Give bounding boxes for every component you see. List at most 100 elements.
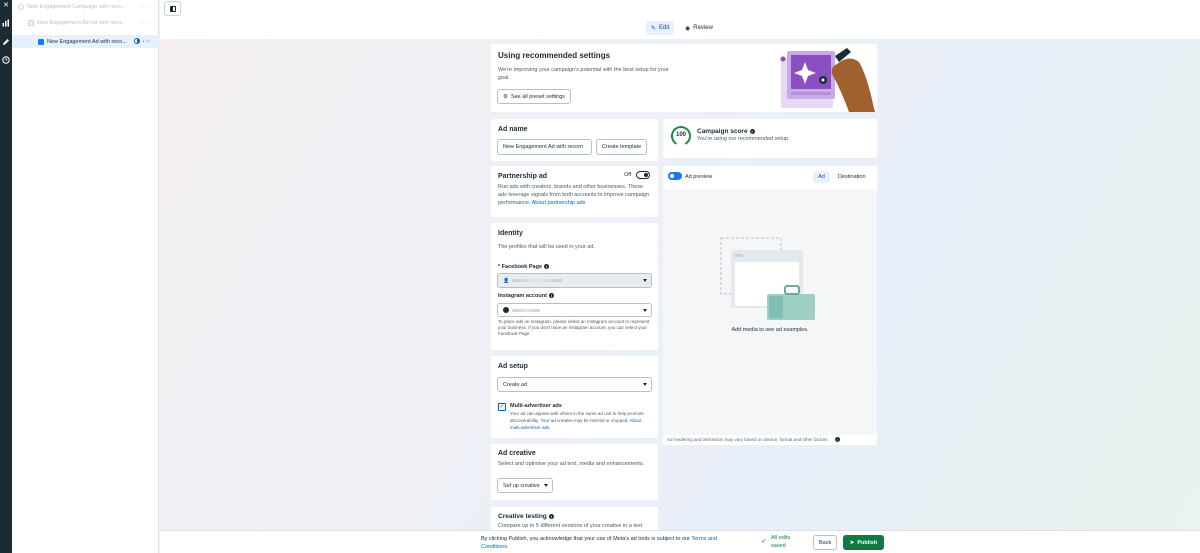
campaign-score-card: 100 Campaign score i You're using our rec…	[663, 119, 877, 158]
ad-setup-card: Ad setup Create ad ✓ Multi-advertiser ad…	[491, 356, 658, 438]
ad-creative-title: Ad creative	[498, 450, 536, 457]
send-icon: ➤	[849, 539, 855, 546]
see-preset-settings-button[interactable]: ⚙ See all preset settings	[497, 89, 572, 104]
info-icon[interactable]: i	[834, 437, 840, 442]
score-value: 100	[675, 132, 686, 138]
more-icon[interactable]: ···	[143, 20, 152, 26]
facebook-page-label-text: * Facebook Page	[498, 264, 543, 270]
instagram-account-select[interactable]	[497, 303, 652, 317]
tab-edit[interactable]: ✎ Edit	[646, 21, 675, 35]
preview-tab-ad[interactable]: Ad	[813, 171, 830, 183]
info-icon[interactable]: i	[548, 293, 554, 298]
ad-setup-select[interactable]: Create ad	[497, 377, 652, 392]
multi-advertiser-checkbox[interactable]: ✓	[498, 403, 506, 411]
recommended-title: Using recommended settings	[498, 51, 611, 60]
pencil-icon: ✎	[651, 25, 657, 32]
identity-desc: The profiles that will be used in your a…	[498, 244, 595, 250]
tree-item-label: New Engagement Ad with reco...	[47, 38, 127, 45]
info-icon[interactable]: i	[548, 514, 554, 519]
redacted-account-name	[512, 308, 540, 312]
facebook-page-select[interactable]: 👤	[497, 273, 652, 288]
pencil-icon[interactable]	[2, 38, 10, 46]
ad-preview-toggle[interactable]	[668, 172, 682, 180]
more-icon[interactable]: ···	[143, 39, 152, 45]
clock-icon[interactable]	[2, 56, 10, 64]
adset-icon	[28, 19, 34, 26]
status-half-icon	[134, 38, 140, 44]
saved-status: All edits saved	[771, 534, 790, 550]
publish-button[interactable]: ➤ Publish	[843, 535, 884, 550]
toggle-panel-button[interactable]	[164, 1, 181, 16]
check-icon: ✓	[761, 538, 767, 545]
back-button[interactable]: Back	[813, 535, 838, 550]
ad-creative-card: Ad creative Select and optimise your ad …	[491, 444, 658, 500]
preview-tab-destination[interactable]: Destination	[838, 174, 866, 180]
instagram-icon	[503, 307, 509, 313]
ad-name-value: New Engagement Ad with recom	[503, 144, 583, 150]
partnership-card: Partnership ad Off Run ads with creators…	[491, 166, 658, 217]
chart-icon[interactable]	[2, 19, 10, 27]
footer-bar: By clicking Publish, you acknowledge tha…	[160, 530, 1200, 553]
ad-creative-desc: Select and optimise your ad text, media …	[498, 461, 645, 467]
close-icon[interactable]: ✕	[2, 2, 10, 10]
more-icon[interactable]: ···	[143, 4, 152, 10]
campaign-icon	[18, 3, 24, 10]
ad-preview-label: Ad preview	[685, 174, 713, 180]
tree-item-adset[interactable]: New Engagement Ad set with reco... ···	[12, 16, 159, 29]
creative-testing-title-text: Creative testing	[498, 513, 547, 520]
redacted-page-name	[512, 279, 563, 282]
eye-icon: ◉	[685, 25, 691, 32]
tab-review[interactable]: ◉ Review	[680, 21, 718, 35]
creative-testing-desc: Compare up to 5 different versions of yo…	[498, 523, 643, 529]
info-icon[interactable]: i	[749, 129, 755, 134]
publish-label: Publish	[857, 539, 878, 546]
ad-icon	[38, 38, 44, 45]
multi-advertiser-title: Multi-advertiser ads	[510, 403, 562, 409]
tab-review-label: Review	[693, 25, 713, 31]
set-up-creative-label: Set up creative	[503, 482, 540, 489]
recommended-illustration	[780, 48, 875, 112]
sidebar-toggle-icon	[169, 5, 176, 12]
terms-post-text: .	[507, 544, 509, 550]
person-icon: 👤	[503, 277, 510, 284]
see-preset-label: See all preset settings	[510, 93, 566, 100]
partnership-desc: Run ads with creators, brands and other …	[498, 183, 652, 207]
terms-pre-text: By clicking Publish, you acknowledge tha…	[481, 536, 692, 542]
toggle-knob	[644, 173, 648, 177]
chevron-down-icon	[643, 383, 647, 386]
terms-text: By clicking Publish, you acknowledge tha…	[481, 535, 741, 551]
info-icon[interactable]: i	[544, 264, 550, 269]
saved-status-line1: All edits	[771, 535, 791, 541]
set-up-creative-button[interactable]: Set up creative	[497, 478, 553, 493]
saved-status-line2: saved	[771, 543, 786, 549]
ad-preview-card: Ad preview Ad Destination Add media to s…	[663, 166, 877, 445]
tree-item-label: New Engagement Ad set with reco...	[37, 19, 126, 26]
about-partnership-link[interactable]: About partnership ads	[532, 200, 586, 206]
partnership-title: Partnership ad	[498, 173, 548, 180]
toggle-knob	[670, 174, 674, 178]
recommended-desc: We're improving your campaign's potentia…	[498, 67, 669, 81]
preview-empty-text: Add media to see ad examples.	[731, 327, 809, 333]
tree-item-ad[interactable]: New Engagement Ad with reco... ···	[12, 35, 159, 48]
facebook-page-label: * Facebook Page i	[498, 264, 550, 270]
identity-title: Identity	[498, 230, 523, 237]
chevron-down-icon	[543, 484, 548, 487]
identity-card: Identity The profiles that will be used …	[491, 223, 658, 350]
ad-setup-title: Ad setup	[498, 363, 528, 370]
ad-name-input[interactable]: New Engagement Ad with recom	[497, 139, 592, 155]
create-template-button[interactable]: Create template	[596, 139, 648, 155]
chevron-down-icon	[643, 308, 647, 312]
multi-advertiser-desc-text: Your ad can appear with others in the sa…	[510, 411, 644, 423]
tab-edit-label: Edit	[659, 25, 670, 31]
chevron-down-icon	[643, 279, 647, 282]
score-desc: You're using our recommended setup.	[697, 136, 790, 142]
back-label: Back	[819, 539, 832, 546]
partnership-toggle[interactable]	[636, 171, 650, 179]
score-title-text: Campaign score	[697, 128, 748, 135]
preview-area: Add media to see ad examples.	[663, 189, 877, 435]
instagram-account-label: Instagram account i	[498, 293, 554, 299]
campaign-tree: New Engagement Campaign with reco... ···…	[12, 0, 159, 553]
tree-item-campaign[interactable]: New Engagement Campaign with reco... ···	[12, 0, 159, 13]
left-nav-rail: ✕	[0, 0, 12, 553]
empty-preview-illustration	[720, 237, 815, 320]
